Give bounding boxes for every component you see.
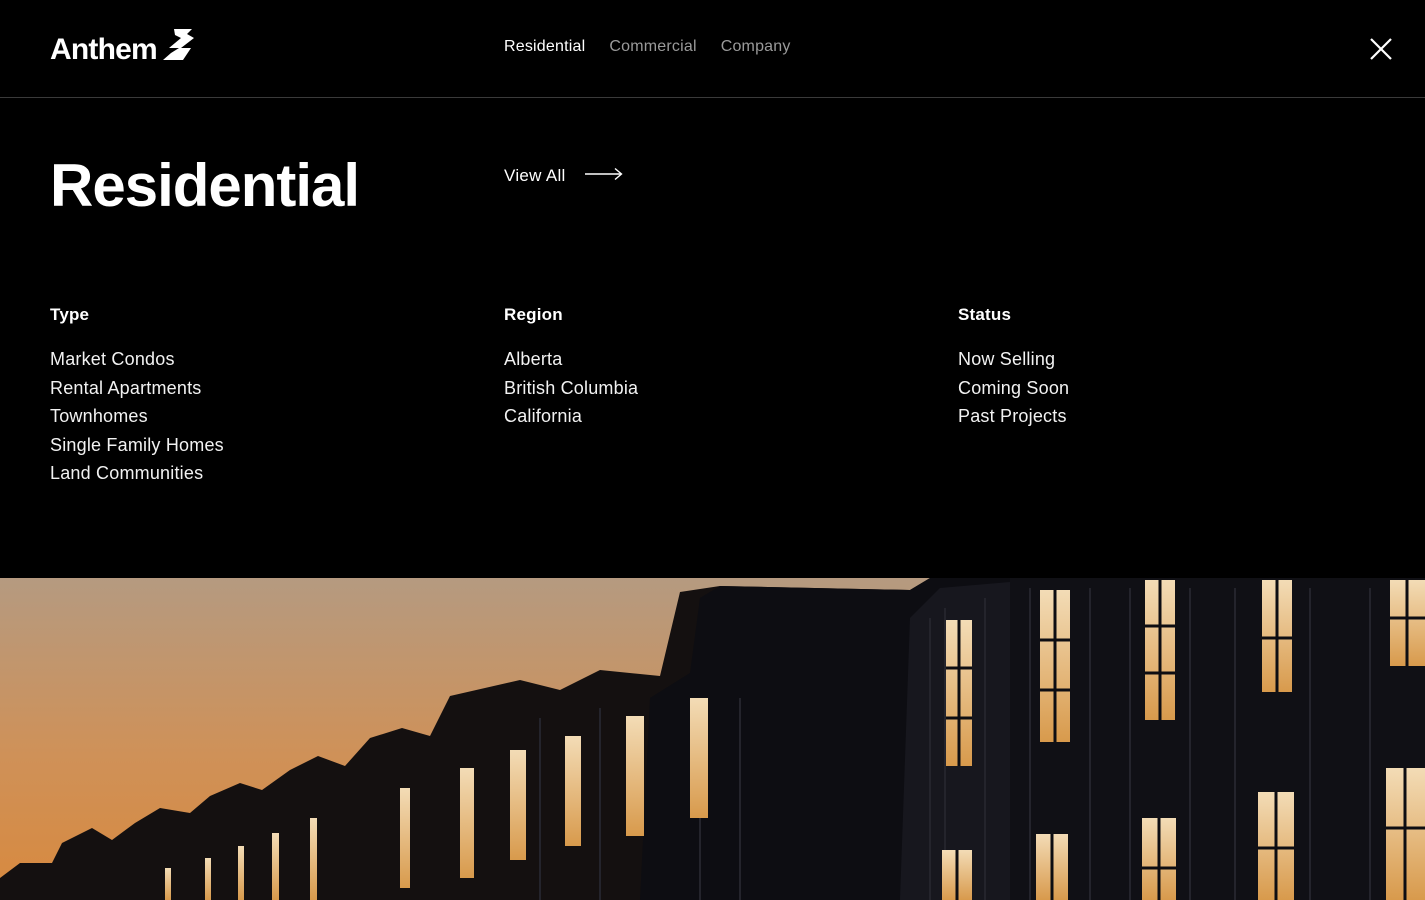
list-item[interactable]: Market Condos bbox=[50, 345, 224, 374]
list-item[interactable]: Coming Soon bbox=[958, 374, 1069, 403]
status-link[interactable]: Coming Soon bbox=[958, 378, 1069, 398]
type-link[interactable]: Townhomes bbox=[50, 406, 148, 426]
type-column: Type Market Condos Rental Apartments Tow… bbox=[50, 303, 224, 488]
list-item[interactable]: Land Communities bbox=[50, 459, 224, 488]
list-item[interactable]: California bbox=[504, 402, 638, 431]
list-item[interactable]: Past Projects bbox=[958, 402, 1069, 431]
list-item[interactable]: Alberta bbox=[504, 345, 638, 374]
anthem-bolt-icon bbox=[161, 26, 197, 67]
region-heading: Region bbox=[504, 305, 563, 324]
region-link[interactable]: British Columbia bbox=[504, 378, 638, 398]
list-item[interactable]: Now Selling bbox=[958, 345, 1069, 374]
type-link[interactable]: Land Communities bbox=[50, 463, 203, 483]
list-item[interactable]: Single Family Homes bbox=[50, 431, 224, 460]
arrow-right-icon bbox=[584, 166, 624, 186]
top-bar: Anthem Residential Commercial Company bbox=[0, 0, 1425, 98]
logo-text: Anthem bbox=[50, 33, 158, 66]
type-link[interactable]: Single Family Homes bbox=[50, 435, 224, 455]
nav-residential[interactable]: Residential bbox=[504, 38, 585, 56]
region-column: Region Alberta British Columbia Californ… bbox=[504, 303, 638, 431]
region-link[interactable]: California bbox=[504, 406, 582, 426]
main-nav: Residential Commercial Company bbox=[504, 38, 791, 56]
view-all-link[interactable]: View All bbox=[504, 163, 624, 189]
list-item[interactable]: Townhomes bbox=[50, 402, 224, 431]
townhomes-photo bbox=[0, 578, 1425, 900]
nav-commercial[interactable]: Commercial bbox=[609, 38, 696, 56]
anthem-logo[interactable]: Anthem bbox=[50, 28, 197, 70]
list-item[interactable]: British Columbia bbox=[504, 374, 638, 403]
menu-title: Residential bbox=[50, 152, 360, 219]
view-all-label: View All bbox=[504, 166, 566, 185]
close-icon[interactable] bbox=[1366, 34, 1396, 64]
status-link[interactable]: Now Selling bbox=[958, 349, 1055, 369]
status-heading: Status bbox=[958, 305, 1012, 324]
type-link[interactable]: Rental Apartments bbox=[50, 378, 201, 398]
list-item[interactable]: Rental Apartments bbox=[50, 374, 224, 403]
type-link[interactable]: Market Condos bbox=[50, 349, 175, 369]
region-link[interactable]: Alberta bbox=[504, 349, 562, 369]
nav-company[interactable]: Company bbox=[721, 38, 791, 56]
status-column: Status Now Selling Coming Soon Past Proj… bbox=[958, 303, 1069, 431]
type-heading: Type bbox=[50, 305, 90, 324]
status-link[interactable]: Past Projects bbox=[958, 406, 1067, 426]
